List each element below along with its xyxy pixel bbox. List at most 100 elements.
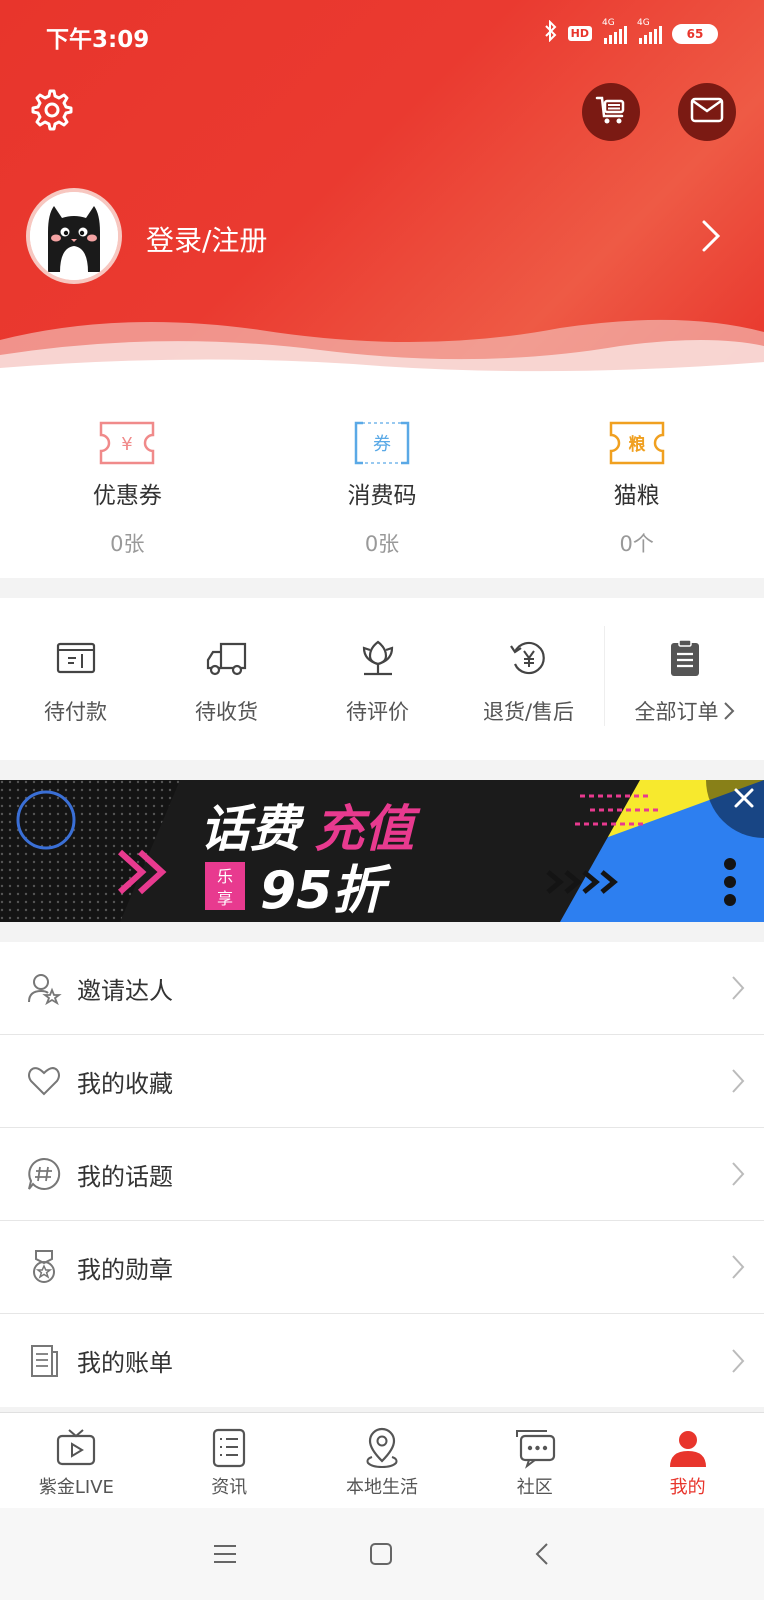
- promo-banner-art: 话费 充值 乐 享 95折: [0, 780, 764, 922]
- menu-item-bills[interactable]: 我的账单: [0, 1314, 764, 1407]
- system-navigation-bar: [0, 1508, 764, 1600]
- cart-button[interactable]: [582, 83, 640, 141]
- battery-indicator: 65: [672, 23, 718, 44]
- status-bar: 下午3:09 HD 4G 4G 65: [0, 0, 764, 70]
- order-label: 待评价: [346, 700, 409, 724]
- asset-label: 猫粮: [613, 483, 660, 509]
- chevron-right-icon: [732, 1162, 745, 1186]
- banner-text-2: 充值: [314, 800, 421, 858]
- chevron-right-icon: [723, 702, 734, 720]
- menu-label: 邀请达人: [77, 976, 173, 1005]
- refund-icon: [507, 638, 551, 678]
- tab-mine[interactable]: 我的: [611, 1413, 764, 1508]
- asset-cat-food[interactable]: 粮 猫粮 0个: [509, 380, 764, 578]
- chevron-right-icon: [732, 976, 745, 1000]
- orders-row: 待付款 待收货 待评价 退货/售后 全部订单: [0, 598, 764, 760]
- truck-icon: [205, 638, 249, 678]
- coupon-icon: ¥: [98, 420, 156, 466]
- chevron-right-icon: [732, 1348, 745, 1373]
- topic-icon: [26, 1156, 62, 1192]
- signal-icon: 4G: [602, 18, 627, 44]
- header-wave-decoration: [0, 319, 764, 380]
- asset-label: 优惠券: [92, 483, 162, 509]
- menu-label: 我的账单: [77, 1349, 173, 1377]
- banner-badge-top: 乐: [217, 867, 233, 886]
- clipboard-icon: [663, 638, 707, 678]
- tab-label: 我的: [669, 1477, 706, 1498]
- order-pending-delivery[interactable]: 待收货: [151, 598, 302, 760]
- tv-icon: [54, 1427, 98, 1469]
- bill-icon: [26, 1343, 62, 1379]
- tab-news[interactable]: 资讯: [153, 1413, 306, 1508]
- svg-text:¥: ¥: [122, 434, 133, 455]
- all-orders-label-wrap: 全部订单: [635, 696, 735, 726]
- invite-icon: [26, 970, 62, 1006]
- tab-label: 社区: [516, 1477, 553, 1498]
- voucher-code-icon: 券: [353, 420, 411, 466]
- cat-food-icon: 粮: [608, 420, 666, 466]
- messages-button[interactable]: [678, 83, 736, 141]
- tab-local-life[interactable]: 本地生活: [306, 1413, 459, 1508]
- asset-voucher-code[interactable]: 券 消费码 0张: [255, 380, 510, 578]
- order-label: 全部订单: [634, 700, 719, 724]
- menu-label: 我的收藏: [77, 1069, 173, 1098]
- wallet-icon: [54, 638, 98, 678]
- wallet-assets-row: ¥ 优惠券 0张 券 消费码 0张 粮 猫粮 0个: [0, 380, 764, 578]
- menu-label: 我的话题: [77, 1162, 173, 1191]
- asset-label: 消费码: [347, 483, 417, 509]
- home-square-icon[interactable]: [366, 1540, 396, 1568]
- tab-zijin-live[interactable]: 紫金LIVE: [0, 1413, 153, 1508]
- status-time: 下午3:09: [46, 27, 150, 53]
- order-label: 待付款: [44, 700, 107, 724]
- svg-text:券: 券: [373, 434, 391, 455]
- menu-item-favorites[interactable]: 我的收藏: [0, 1035, 764, 1128]
- tab-community[interactable]: 社区: [458, 1413, 611, 1508]
- asset-coupon[interactable]: ¥ 优惠券 0张: [0, 380, 255, 578]
- all-orders-button[interactable]: 全部订单: [604, 626, 764, 726]
- order-pending-payment[interactable]: 待付款: [0, 598, 151, 760]
- chevron-right-icon: [732, 1255, 745, 1279]
- heart-icon: [26, 1063, 62, 1099]
- order-label: 退货/售后: [482, 700, 575, 724]
- asset-value: 0张: [364, 532, 400, 556]
- avatar[interactable]: [26, 188, 122, 284]
- menu-icon[interactable]: [210, 1540, 240, 1568]
- login-register-link[interactable]: 登录/注册: [146, 219, 267, 259]
- order-label: 待收货: [195, 700, 258, 724]
- order-refund[interactable]: 退货/售后: [453, 598, 604, 760]
- settings-gear-icon[interactable]: [30, 88, 74, 132]
- banner-close-button[interactable]: [706, 780, 764, 838]
- menu-item-topics[interactable]: 我的话题: [0, 1128, 764, 1221]
- tab-label: 资讯: [211, 1477, 248, 1498]
- asset-value: 0张: [110, 532, 145, 556]
- menu-label: 我的勋章: [77, 1255, 173, 1284]
- banner-text-1: 话费: [200, 800, 305, 858]
- menu-item-invite[interactable]: 邀请达人: [0, 942, 764, 1035]
- chevron-right-icon: [732, 1069, 745, 1093]
- news-icon: [207, 1427, 251, 1469]
- bluetooth-icon: [544, 19, 558, 47]
- signal-icon-2: 4G: [637, 18, 662, 44]
- mail-icon: [690, 97, 724, 127]
- chat-icon: [513, 1427, 557, 1469]
- menu-item-medals[interactable]: 我的勋章: [0, 1221, 764, 1314]
- close-icon: [734, 788, 754, 808]
- location-icon: [360, 1427, 404, 1469]
- tab-label: 本地生活: [345, 1477, 418, 1498]
- svg-text:粮: 粮: [628, 434, 645, 455]
- medal-icon: [26, 1249, 62, 1285]
- profile-menu-list: 邀请达人 我的收藏 我的话题 我的勋章 我的账单: [0, 942, 764, 1407]
- flower-icon: [356, 638, 400, 678]
- user-icon: [666, 1427, 710, 1469]
- promo-banner[interactable]: 话费 充值 乐 享 95折: [0, 780, 764, 922]
- bottom-tab-bar: 紫金LIVE 资讯 本地生活 社区 我的: [0, 1412, 764, 1508]
- back-icon[interactable]: [528, 1540, 558, 1568]
- tab-label: 紫金LIVE: [38, 1477, 114, 1498]
- hd-badge: HD: [567, 26, 592, 41]
- order-pending-review[interactable]: 待评价: [302, 598, 453, 760]
- chevron-right-icon[interactable]: [700, 218, 722, 254]
- profile-header: 下午3:09 HD 4G 4G 65 登录/注册: [0, 0, 764, 380]
- banner-text-3: 95折: [260, 861, 392, 921]
- banner-badge-bottom: 享: [217, 889, 233, 908]
- status-icons: HD 4G 4G 65: [544, 18, 718, 47]
